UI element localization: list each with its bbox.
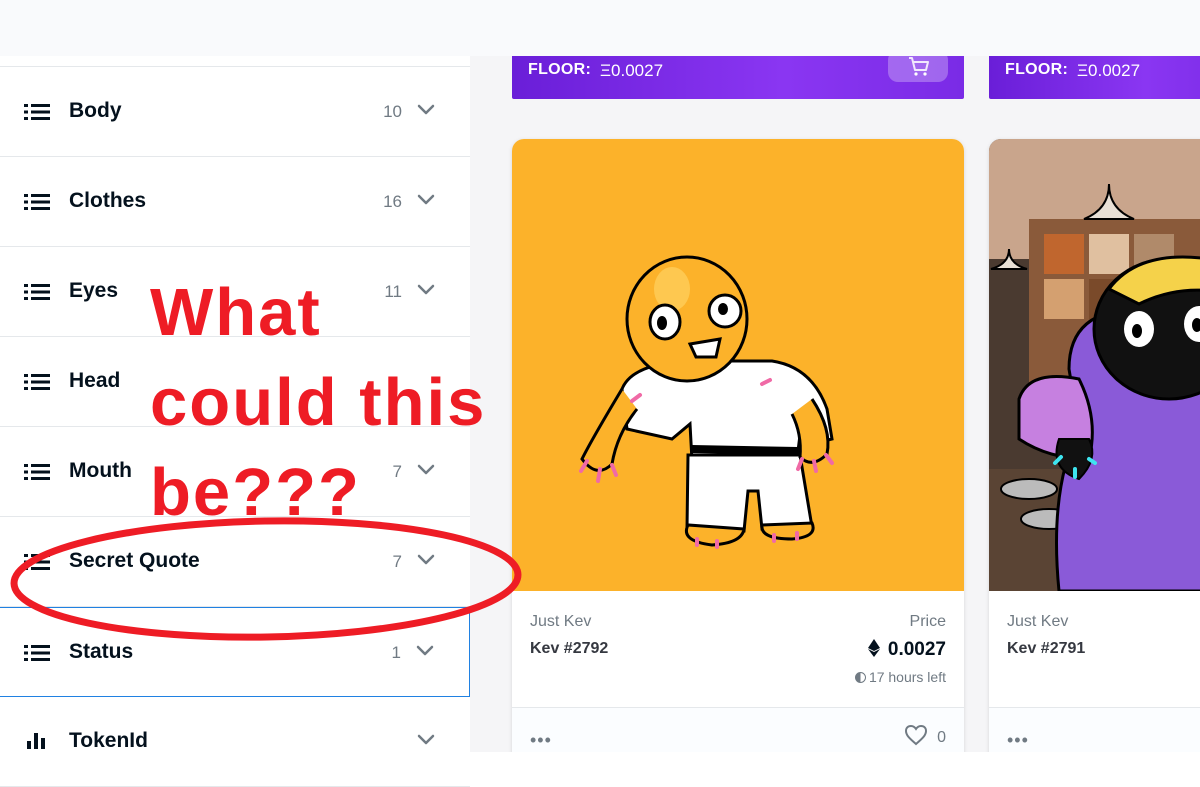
top-bar (0, 0, 1200, 57)
bar-chart-icon (27, 733, 45, 749)
floor-value: Ξ0.0027 (600, 61, 664, 80)
chevron-down-icon[interactable] (416, 733, 436, 747)
sidebar-divider (0, 56, 470, 67)
add-to-cart-button[interactable] (888, 56, 948, 82)
time-left-text: 17 hours left (868, 669, 946, 685)
trait-count: 16 (383, 192, 402, 211)
list-icon (24, 645, 50, 661)
list-icon (24, 104, 50, 120)
collection-name[interactable]: Just Kev (530, 613, 591, 631)
list-icon (24, 554, 50, 570)
asset-name: Kev #2792 (530, 640, 609, 657)
trait-label: TokenId (69, 729, 148, 752)
nft-image[interactable] (989, 139, 1200, 591)
trait-filter-body[interactable]: Body 10 (0, 67, 470, 157)
trait-count: 10 (383, 102, 402, 121)
trait-filter-secret-quote[interactable]: Secret Quote 7 (0, 517, 470, 607)
card-footer: ••• 0 (512, 707, 964, 752)
list-icon (24, 374, 50, 390)
trait-filter-tokenid[interactable]: TokenId (0, 697, 470, 787)
floor-price-banner: FLOOR: Ξ0.0027 (989, 56, 1200, 99)
floor-label: FLOOR: (528, 61, 592, 78)
trait-count: 7 (392, 552, 402, 571)
clock-icon (854, 672, 866, 683)
floor-value: Ξ0.0027 (1077, 61, 1141, 80)
time-left: 17 hours left (854, 669, 946, 685)
chevron-down-icon[interactable] (416, 193, 436, 207)
floor-price-banner: FLOOR: Ξ0.0027 (512, 56, 964, 99)
ethereum-icon (867, 639, 880, 657)
trait-filter-status[interactable]: Status 1 (0, 607, 470, 697)
like-count: 0 (937, 729, 946, 746)
trait-filter-eyes[interactable]: Eyes 11 (0, 247, 470, 337)
more-horizontal-icon[interactable]: ••• (530, 730, 552, 751)
trait-label: Clothes (69, 189, 147, 212)
list-icon (24, 464, 50, 480)
trait-filter-mouth[interactable]: Mouth 7 (0, 427, 470, 517)
trait-count: 1 (391, 643, 401, 662)
price-value: 0.0027 (887, 639, 946, 660)
trait-count: 7 (392, 462, 402, 481)
price-label: Price (909, 613, 946, 630)
chevron-down-icon[interactable] (415, 644, 435, 658)
asset-card[interactable]: Just Kev Kev #2792 Price 0.0027 17 hours… (512, 139, 964, 752)
list-icon (24, 194, 50, 210)
asset-grid: FLOOR: Ξ0.0027 FLOOR: Ξ0.0027 Just Kev K… (470, 56, 1200, 752)
trait-label: Body (69, 99, 122, 122)
collection-name[interactable]: Just Kev (1007, 613, 1068, 631)
trait-filter-sidebar: Body 10 Clothes 16 Eyes 11 Head Mouth 7 … (0, 56, 471, 787)
chevron-down-icon[interactable] (416, 463, 436, 477)
price-value-row: 0.0027 (867, 639, 946, 661)
trait-filter-head[interactable]: Head (0, 337, 470, 427)
chevron-down-icon[interactable] (416, 283, 436, 297)
heart-icon[interactable] (904, 724, 928, 746)
trait-label: Secret Quote (69, 549, 200, 572)
more-horizontal-icon[interactable]: ••• (1007, 730, 1029, 751)
list-icon (24, 284, 50, 300)
trait-label: Status (69, 640, 134, 663)
trait-label: Eyes (69, 279, 119, 302)
trait-label: Mouth (69, 459, 132, 482)
trait-filter-clothes[interactable]: Clothes 16 (0, 157, 470, 247)
floor-label: FLOOR: (1005, 61, 1069, 78)
chevron-down-icon[interactable] (416, 553, 436, 567)
trait-label: Head (69, 369, 121, 392)
asset-name: Kev #2791 (1007, 640, 1086, 657)
cart-icon (909, 57, 929, 76)
card-footer: ••• (989, 707, 1200, 752)
chevron-down-icon[interactable] (416, 103, 436, 117)
asset-card[interactable]: Just Kev Kev #2791 ••• (989, 139, 1200, 752)
trait-count: 11 (384, 282, 402, 301)
nft-image[interactable] (512, 139, 964, 591)
